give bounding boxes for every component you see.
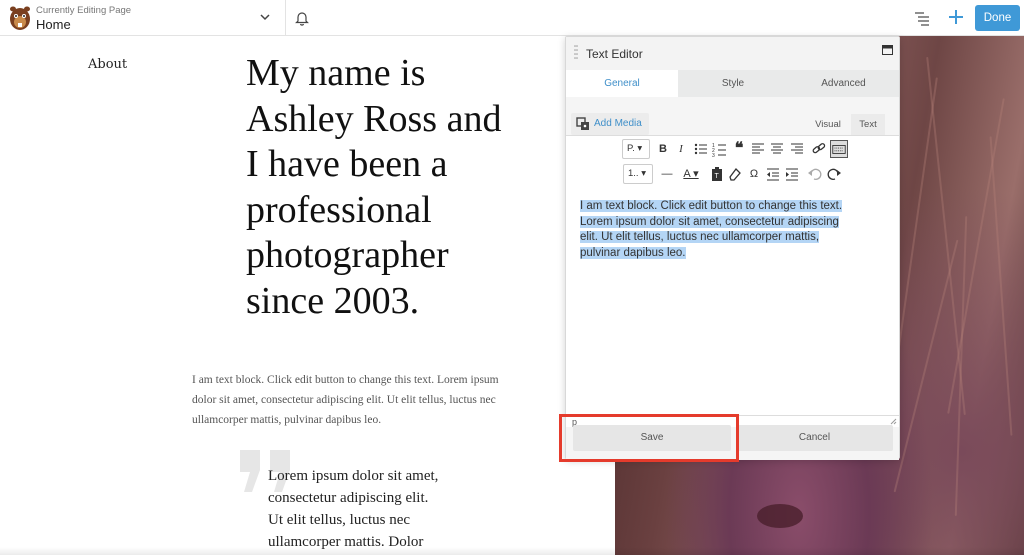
list-style-select[interactable]: 1.. ▾ xyxy=(623,164,653,184)
tab-style[interactable]: Style xyxy=(678,70,788,97)
plus-icon[interactable] xyxy=(947,8,965,26)
blockquote-icon[interactable]: ❝ xyxy=(730,140,748,158)
link-icon[interactable] xyxy=(810,140,828,158)
redo-icon[interactable] xyxy=(825,165,843,183)
save-highlight-annotation xyxy=(559,414,739,462)
toolbar-row-2: 1.. ▾ — A ▾ T Ω xyxy=(566,163,899,187)
panel-title: Text Editor xyxy=(586,47,643,61)
tinymce-editor: P. ▾ B I 123 ❝ 1.. ▾ — A ▾ T Ω I am text… xyxy=(566,135,899,427)
panel-header[interactable]: Text Editor xyxy=(566,37,899,70)
text-color-icon[interactable]: A ▾ xyxy=(678,165,704,183)
undo-icon[interactable] xyxy=(806,165,824,183)
hero-line: I have been a xyxy=(246,143,448,185)
add-media-label: Add Media xyxy=(594,118,642,129)
text-block[interactable]: I am text block. Click edit button to ch… xyxy=(192,370,537,430)
panel-tabs: General Style Advanced xyxy=(566,70,899,97)
bottom-shadow xyxy=(0,547,1024,555)
paste-text-icon[interactable]: T xyxy=(708,165,726,183)
panel-body: Add Media Visual Text P. ▾ B I 123 ❝ 1..… xyxy=(566,97,899,460)
bullet-list-icon[interactable] xyxy=(692,140,710,158)
align-center-icon[interactable] xyxy=(768,140,786,158)
add-media-button[interactable]: Add Media xyxy=(571,113,649,135)
hero-line: professional xyxy=(246,188,432,231)
hero-line: Ashley Ross and xyxy=(246,97,502,140)
special-character-icon[interactable]: Ω xyxy=(745,165,763,183)
editor-content[interactable]: I am text block. Click edit button to ch… xyxy=(580,199,880,261)
outdent-icon[interactable] xyxy=(764,165,782,183)
currently-editing-label: Currently Editing Page xyxy=(36,5,132,16)
hero-line: photographer xyxy=(246,234,449,276)
current-page-name[interactable]: Home xyxy=(36,17,71,32)
svg-text:T: T xyxy=(715,173,720,180)
content-line: Lorem ipsum dolor sit amet, consectetur … xyxy=(580,215,839,228)
hero-line: since 2003. xyxy=(246,279,420,322)
maximize-icon[interactable] xyxy=(882,45,893,55)
quote-line: consectetur adipiscing elit. xyxy=(268,490,429,506)
tab-visual[interactable]: Visual xyxy=(809,114,847,135)
done-button[interactable]: Done xyxy=(975,5,1020,31)
tab-advanced[interactable]: Advanced xyxy=(788,70,899,97)
tab-text[interactable]: Text xyxy=(851,114,885,135)
text-line: ullamcorper mattis, pulvinar dapibus leo… xyxy=(192,414,382,426)
svg-text:3: 3 xyxy=(712,153,715,158)
content-line: elit. Ut elit tellus, luctus nec ullamco… xyxy=(580,231,820,243)
blockquote[interactable]: Lorem ipsum dolor sit amet, consectetur … xyxy=(268,465,498,553)
hero-heading[interactable]: My name is Ashley Ross and I have been a… xyxy=(246,51,566,324)
beaver-logo-icon[interactable] xyxy=(8,5,32,31)
toolbar-row-1: P. ▾ B I 123 ❝ xyxy=(566,138,899,162)
bell-icon[interactable] xyxy=(295,10,309,26)
quote-line: Lorem ipsum dolor sit amet, xyxy=(268,468,439,484)
resize-handle-icon[interactable] xyxy=(890,418,897,425)
drag-handle-icon[interactable] xyxy=(574,44,578,62)
content-line: pulvinar dapibus leo. xyxy=(580,246,686,259)
align-left-icon[interactable] xyxy=(749,140,767,158)
cancel-button[interactable]: Cancel xyxy=(736,425,893,451)
outline-list-icon[interactable] xyxy=(914,10,930,26)
italic-icon[interactable]: I xyxy=(672,140,690,158)
quote-line: Ut elit tellus, luctus nec xyxy=(268,512,411,528)
horizontal-line-icon[interactable]: — xyxy=(658,165,676,183)
bold-icon[interactable]: B xyxy=(654,140,672,158)
hero-line: My name is xyxy=(246,52,426,94)
divider xyxy=(285,0,286,36)
clear-formatting-icon[interactable] xyxy=(726,165,744,183)
chevron-down-icon[interactable] xyxy=(258,10,272,24)
format-select[interactable]: P. ▾ xyxy=(622,139,650,159)
numbered-list-icon[interactable]: 123 xyxy=(711,140,729,158)
tab-general[interactable]: General xyxy=(566,70,678,97)
format-select-value: P. xyxy=(627,143,635,154)
align-right-icon[interactable] xyxy=(788,140,806,158)
content-line: I am text block. Click edit button to ch… xyxy=(580,200,843,212)
nav-link-about[interactable]: About xyxy=(88,57,127,72)
toolbar-toggle-icon[interactable] xyxy=(830,140,848,158)
text-line: I am text block. Click edit button to ch… xyxy=(192,374,499,386)
media-icon xyxy=(576,117,589,130)
text-line: dolor sit amet, consectetur adipiscing e… xyxy=(192,394,496,406)
top-bar: Currently Editing Page Home Done xyxy=(0,0,1024,36)
list-style-select-value: 1.. xyxy=(628,168,639,179)
text-editor-panel: Text Editor General Style Advanced Add M… xyxy=(565,36,900,460)
indent-icon[interactable] xyxy=(783,165,801,183)
